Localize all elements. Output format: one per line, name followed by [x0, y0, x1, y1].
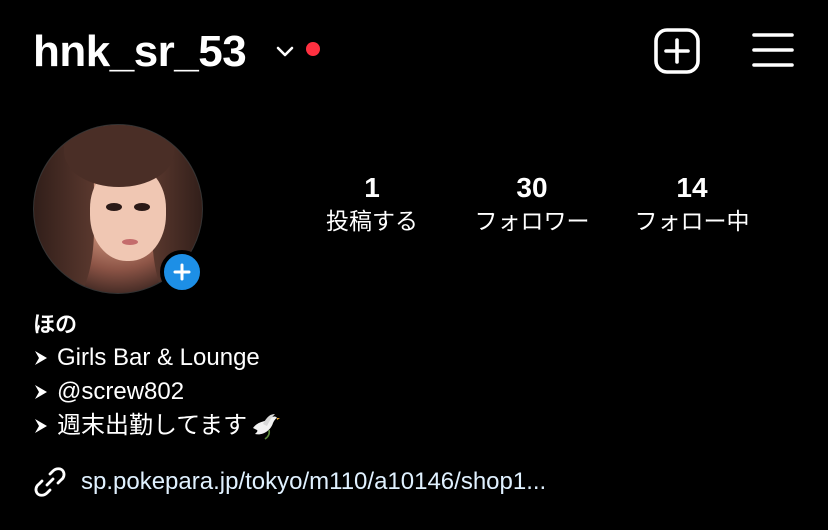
stat-followers-count: 30 — [516, 172, 548, 203]
avatar-lips — [122, 239, 138, 245]
stat-followers[interactable]: 30 フォロワー — [462, 172, 602, 238]
bio-line-text: 週末出勤してます — [57, 412, 248, 439]
top-bar: hnk_sr_53 — [0, 0, 828, 104]
notification-dot — [306, 42, 320, 56]
bio-mention[interactable]: @screw802 — [57, 375, 184, 409]
bio-line: @screw802 — [33, 375, 793, 409]
stat-posts-count: 1 — [364, 172, 380, 203]
avatar-eye-right — [134, 203, 150, 211]
avatar-eye-left — [106, 203, 122, 211]
bullet-icon — [35, 351, 47, 365]
link-icon — [34, 467, 66, 497]
bio-line: 週末出勤してます — [33, 409, 793, 443]
stat-following[interactable]: 14 フォロー中 — [622, 172, 762, 238]
stat-following-count: 14 — [676, 172, 708, 203]
stat-posts[interactable]: 1 投稿する — [302, 172, 442, 238]
new-post-icon[interactable] — [654, 28, 700, 74]
stat-following-label: フォロー中 — [634, 209, 750, 235]
bio-line-text: Girls Bar & Lounge — [57, 344, 260, 371]
bio: ほの Girls Bar & Lounge @screw802 週末出勤してます — [33, 311, 793, 443]
dove-icon — [253, 414, 281, 440]
display-name: ほの — [33, 313, 78, 338]
menu-icon[interactable] — [752, 32, 794, 68]
plus-icon — [173, 263, 191, 281]
bullet-icon — [35, 385, 47, 399]
stat-posts-label: 投稿する — [326, 209, 418, 235]
bullet-icon — [35, 419, 47, 433]
profile-link[interactable]: sp.pokepara.jp/tokyo/m110/a10146/shop1..… — [33, 464, 546, 500]
stat-followers-label: フォロワー — [474, 209, 590, 235]
username[interactable]: hnk_sr_53 — [33, 26, 247, 78]
bio-line: Girls Bar & Lounge — [33, 341, 793, 375]
profile-avatar-container — [33, 124, 205, 296]
chevron-down-icon[interactable] — [274, 40, 296, 62]
add-story-button[interactable] — [160, 250, 204, 294]
profile-link-text[interactable]: sp.pokepara.jp/tokyo/m110/a10146/shop1..… — [81, 468, 546, 496]
